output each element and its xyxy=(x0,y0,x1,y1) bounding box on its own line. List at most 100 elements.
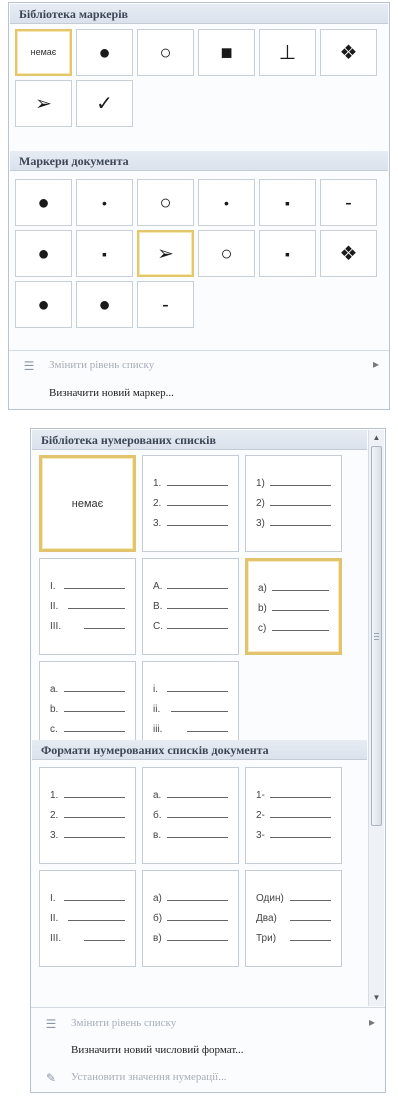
list-number-label: 2. xyxy=(50,810,59,821)
list-level-preview-line: 2- xyxy=(256,810,331,824)
list-level-preview-line: 3) xyxy=(256,518,331,532)
list-text-placeholder-line xyxy=(272,590,329,591)
hollow-circle-bullet-icon: ○ xyxy=(159,41,172,64)
scroll-up-button[interactable]: ▲ xyxy=(369,431,384,445)
numbering-format-option[interactable]: Один) Два) Три) xyxy=(245,870,342,967)
filled-square-bullet-icon: ■ xyxy=(220,41,233,64)
bullet-option[interactable]: - xyxy=(320,179,377,226)
bullet-option[interactable]: ● xyxy=(15,230,72,277)
list-level-icon: ☰ xyxy=(45,1017,57,1031)
bullet-option[interactable]: - xyxy=(137,281,194,328)
list-level-preview-line: 1. xyxy=(50,790,125,804)
numbering-format-option[interactable]: немає xyxy=(39,455,136,552)
bullet-option[interactable]: ○ xyxy=(137,29,194,76)
bullet-option[interactable]: ● xyxy=(76,281,133,328)
numbering-format-option[interactable]: 1) 2) 3) xyxy=(245,455,342,552)
list-number-label: Три) xyxy=(256,933,277,944)
bullet-option[interactable]: немає xyxy=(15,29,72,76)
list-number-label: 3. xyxy=(153,518,162,529)
list-level-preview-line: b. xyxy=(50,704,125,718)
bullet-option[interactable]: ● xyxy=(76,29,133,76)
list-level-preview-line: 3. xyxy=(153,518,228,532)
list-number-label: в) xyxy=(153,933,162,944)
define-new-number-format-menu-item[interactable]: Визначити новий числовий формат... xyxy=(31,1038,385,1064)
list-level-preview-line: 2. xyxy=(50,810,125,824)
numbering-format-option[interactable]: 1- 2- 3- xyxy=(245,767,342,864)
none-label: немає xyxy=(30,47,57,57)
scroll-thumb[interactable] xyxy=(371,446,382,826)
list-text-placeholder-line xyxy=(270,817,331,818)
list-level-preview-line: в. xyxy=(153,830,228,844)
bullet-option[interactable]: ● xyxy=(15,179,72,226)
change-list-level-label: Змінити рівень списку xyxy=(71,1017,177,1029)
list-number-label: III. xyxy=(50,933,62,944)
bullet-option[interactable]: ○ xyxy=(198,230,255,277)
list-text-placeholder-line xyxy=(167,691,228,692)
list-text-placeholder-line xyxy=(270,525,331,526)
sparkle-bullet-icon: ⊥ xyxy=(278,41,297,64)
bullet-option[interactable]: ❖ xyxy=(320,230,377,277)
list-number-label: Один) xyxy=(256,893,284,904)
diamond-cluster-bullet-icon: ❖ xyxy=(339,242,358,265)
numbering-format-option[interactable]: 1. 2. 3. xyxy=(142,455,239,552)
list-text-placeholder-line xyxy=(272,610,329,611)
list-number-label: 1. xyxy=(50,790,59,801)
scroll-down-button[interactable]: ▼ xyxy=(369,991,384,1005)
list-text-placeholder-line xyxy=(84,628,125,629)
numbering-format-option[interactable]: I. II. III. xyxy=(39,870,136,967)
bullet-option[interactable]: • xyxy=(76,179,133,226)
list-text-placeholder-line xyxy=(64,711,125,712)
list-number-label: 2) xyxy=(256,498,265,509)
change-list-level-menu-item[interactable]: ☰ Змінити рівень списку ▸ xyxy=(9,353,389,379)
list-level-preview-line: I. xyxy=(50,581,125,595)
list-text-placeholder-line xyxy=(64,817,125,818)
bullet-option[interactable]: ❖ xyxy=(320,29,377,76)
list-number-label: б) xyxy=(153,913,163,924)
change-list-level-menu-item[interactable]: ☰ Змінити рівень списку ▸ xyxy=(31,1011,385,1037)
numbering-format-option[interactable]: A. B. C. xyxy=(142,558,239,655)
bullet-option[interactable]: ■ xyxy=(198,29,255,76)
set-numbering-value-menu-item[interactable]: ✎ Установити значення нумерації... xyxy=(31,1065,385,1091)
bullet-option[interactable]: ▪ xyxy=(259,230,316,277)
numbering-format-option[interactable]: 1. 2. 3. xyxy=(39,767,136,864)
numbering-format-option[interactable]: а) б) в) xyxy=(142,870,239,967)
list-text-placeholder-line xyxy=(167,797,228,798)
bullet-library-header: Бібліотека маркерів xyxy=(10,4,388,24)
filled-circle-bullet-icon: ● xyxy=(98,293,111,316)
filled-circle-bullet-icon: ● xyxy=(98,41,111,64)
list-text-placeholder-line xyxy=(290,940,331,941)
bullet-option[interactable]: ● xyxy=(15,281,72,328)
list-number-label: а) xyxy=(153,893,162,904)
bullet-option[interactable]: ▪ xyxy=(76,230,133,277)
list-number-label: C. xyxy=(153,621,163,632)
bullet-option[interactable]: ➢ xyxy=(137,230,194,277)
bullet-option[interactable]: • xyxy=(198,179,255,226)
numbering-format-option[interactable]: а. б. в. xyxy=(142,767,239,864)
filled-circle-bullet-icon: ● xyxy=(37,191,50,214)
list-number-label: a) xyxy=(258,583,267,594)
list-text-placeholder-line xyxy=(64,588,125,589)
list-level-preview-line: b) xyxy=(258,603,329,617)
list-level-preview-line: iii. xyxy=(153,724,228,738)
bullet-option[interactable]: ➢ xyxy=(15,80,72,127)
bullet-option[interactable]: ⊥ xyxy=(259,29,316,76)
list-level-preview-line: Два) xyxy=(256,913,331,927)
none-label: немає xyxy=(71,498,104,510)
bullet-option[interactable]: ✓ xyxy=(76,80,133,127)
bullet-option[interactable]: ▪ xyxy=(259,179,316,226)
list-number-label: 1. xyxy=(153,478,162,489)
list-level-preview-line: I. xyxy=(50,893,125,907)
hollow-circle-bullet-icon: ○ xyxy=(159,191,172,214)
list-level-preview-line: 1. xyxy=(153,478,228,492)
list-number-label: B. xyxy=(153,601,163,612)
list-level-preview-line: c. xyxy=(50,724,125,738)
list-text-placeholder-line xyxy=(167,628,228,629)
vertical-scrollbar[interactable]: ▲ ▼ xyxy=(368,430,384,1006)
define-new-bullet-menu-item[interactable]: Визначити новий маркер... xyxy=(9,381,389,407)
list-level-preview-line: ii. xyxy=(153,704,228,718)
numbering-format-option[interactable]: a) b) c) xyxy=(245,558,342,655)
bullet-option[interactable]: ○ xyxy=(137,179,194,226)
numbering-format-option[interactable]: I. II. III. xyxy=(39,558,136,655)
numbering-value-icon: ✎ xyxy=(45,1071,57,1085)
list-level-preview-line: а. xyxy=(153,790,228,804)
